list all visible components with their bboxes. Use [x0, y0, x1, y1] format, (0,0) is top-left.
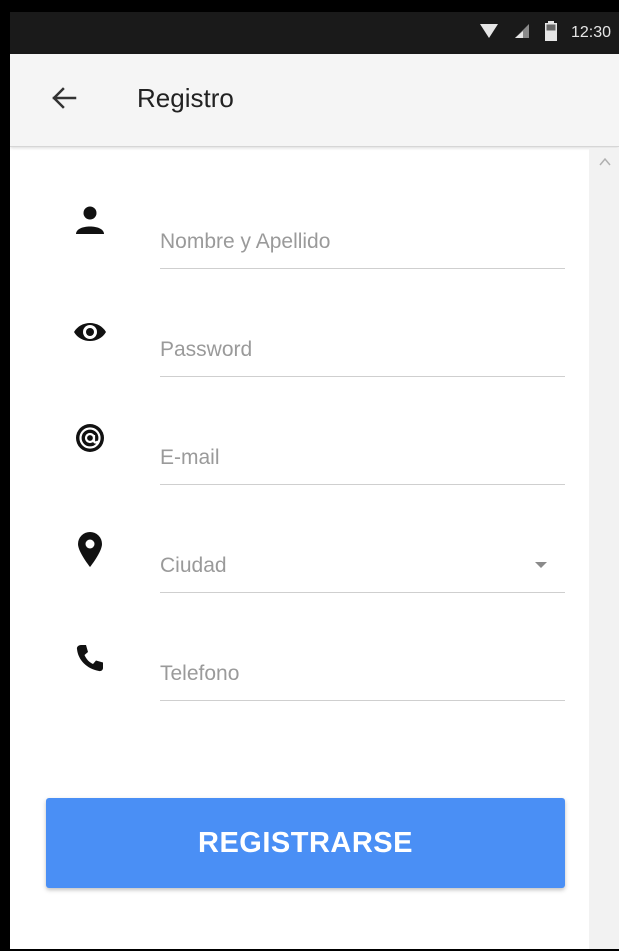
name-field[interactable]: [160, 220, 565, 269]
status-bar: 12:30: [10, 12, 619, 54]
scroll-up-icon[interactable]: [597, 155, 613, 169]
location-pin-icon: [70, 530, 110, 570]
email-field[interactable]: [160, 436, 565, 485]
person-icon: [70, 200, 110, 240]
city-select[interactable]: Ciudad: [160, 544, 565, 593]
status-time: 12:30: [570, 24, 611, 41]
arrow-back-icon: [51, 86, 77, 115]
signal-icon: [513, 23, 531, 44]
register-button[interactable]: REGISTRARSE: [46, 798, 565, 888]
password-input[interactable]: [160, 328, 565, 372]
wifi-icon: [479, 23, 499, 44]
screen: 12:30 Registro Ciudad: [10, 12, 619, 949]
name-input[interactable]: [160, 220, 565, 264]
chevron-down-icon[interactable]: [535, 562, 547, 568]
scrollbar[interactable]: [589, 148, 619, 949]
phone-icon: [70, 638, 110, 678]
app-bar: Registro: [10, 54, 619, 147]
phone-input[interactable]: [160, 652, 565, 696]
battery-icon: [544, 20, 557, 46]
password-field[interactable]: [160, 328, 565, 377]
eye-icon: [70, 312, 110, 352]
city-select-value[interactable]: Ciudad: [160, 544, 565, 588]
at-icon: [70, 418, 110, 458]
back-button[interactable]: [44, 80, 84, 120]
phone-field[interactable]: [160, 652, 565, 701]
email-input[interactable]: [160, 436, 565, 480]
status-icons: 12:30: [479, 12, 611, 54]
page-title: Registro: [137, 83, 234, 113]
